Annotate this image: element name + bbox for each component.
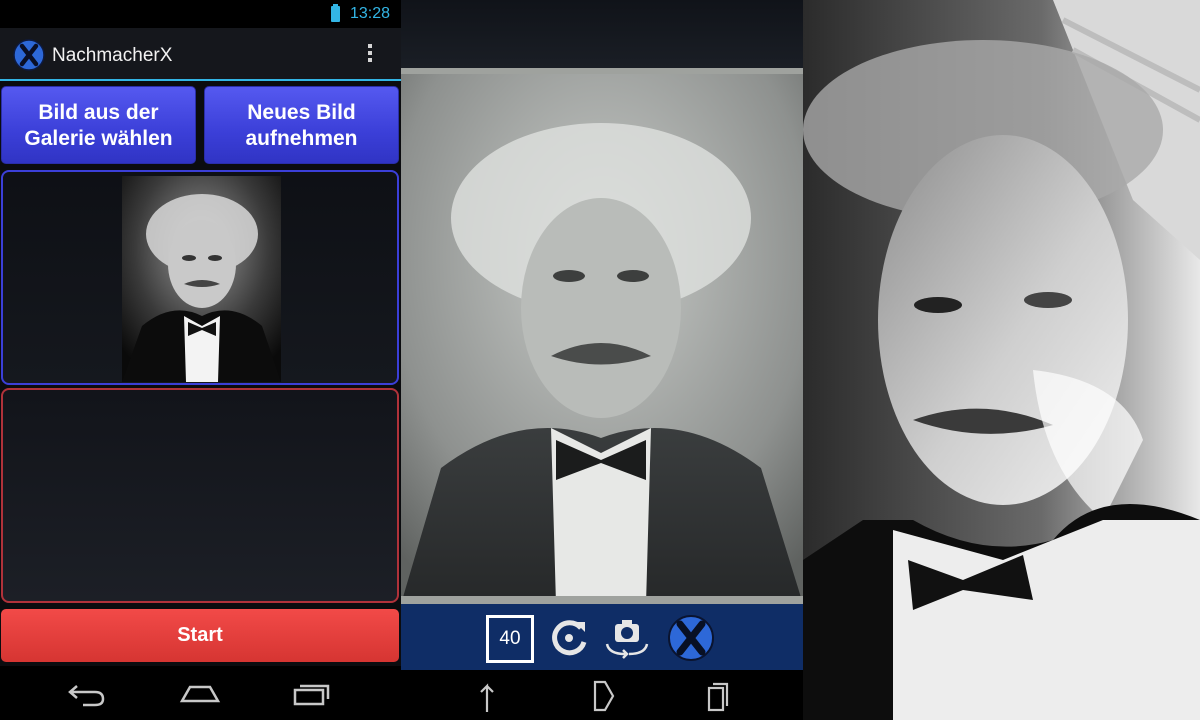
action-bar: NachmacherX	[0, 28, 401, 81]
x-logo-icon[interactable]	[13, 39, 45, 71]
app-title: NachmacherX	[52, 45, 173, 66]
camera-button-line2: aufnehmen	[245, 127, 358, 150]
start-button[interactable]: Start	[1, 609, 399, 662]
battery-icon	[331, 4, 340, 22]
switch-camera-icon[interactable]	[603, 614, 651, 662]
home-icon[interactable]	[178, 678, 222, 708]
capture-button[interactable]	[667, 614, 715, 662]
recent-apps-icon[interactable]	[291, 678, 335, 708]
arrow-up-icon[interactable]	[475, 678, 507, 714]
status-bar: 13:28	[0, 0, 401, 28]
take-new-photo-button[interactable]: Neues Bild aufnehmen	[204, 86, 399, 164]
gallery-button-line1: Bild aus der	[38, 101, 159, 124]
app-main-screen: 13:28 NachmacherX Bild aus der Galerie w…	[0, 0, 401, 720]
camera-toolbar: 40	[401, 604, 803, 670]
status-clock: 13:28	[350, 5, 391, 22]
result-photo-screen	[803, 0, 1200, 720]
source-image-frame[interactable]	[1, 170, 399, 385]
camera-top-area	[401, 0, 803, 68]
rotate-icon[interactable]	[545, 614, 593, 662]
navigation-bar	[0, 666, 401, 720]
result-image-frame[interactable]	[1, 388, 399, 603]
navigation-bar-2	[401, 670, 803, 720]
gallery-button-line2: Galerie wählen	[24, 127, 173, 150]
source-portrait-image	[122, 176, 281, 382]
choose-from-gallery-button[interactable]: Bild aus der Galerie wählen	[1, 86, 196, 164]
back-icon[interactable]	[65, 678, 109, 708]
documents-icon[interactable]	[699, 678, 731, 714]
camera-button-line1: Neues Bild	[247, 101, 356, 124]
overlay-portrait-preview	[401, 68, 803, 604]
camera-overlay-screen: 40	[401, 0, 803, 720]
chevron-right-icon[interactable]	[587, 678, 619, 714]
opacity-counter[interactable]: 40	[486, 615, 534, 663]
overflow-menu-icon[interactable]	[362, 42, 378, 68]
blended-result-photo	[803, 0, 1200, 720]
